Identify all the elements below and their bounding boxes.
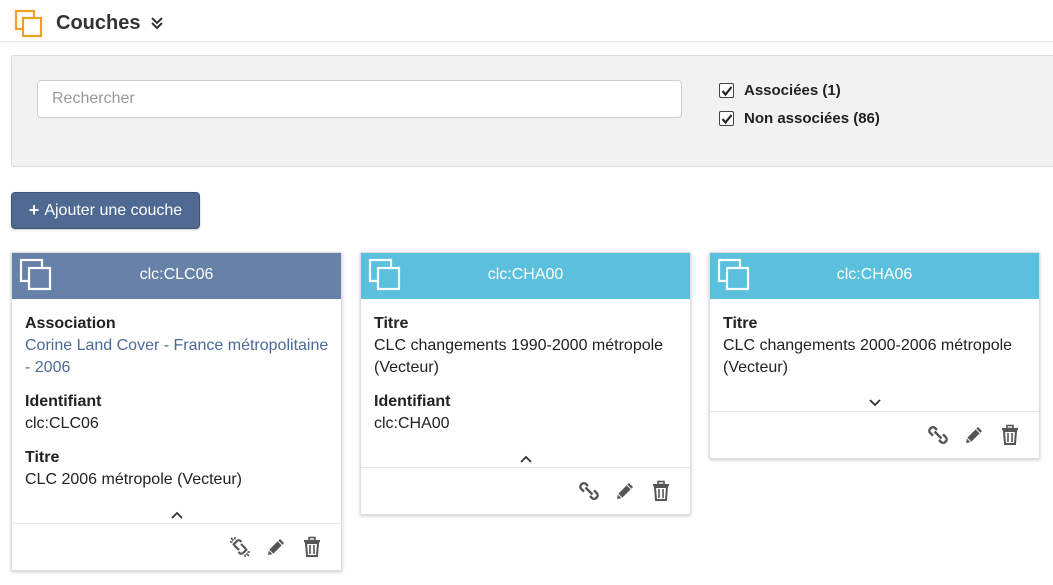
card-footer: [710, 411, 1039, 458]
trash-icon[interactable]: [999, 424, 1021, 446]
association-link[interactable]: Corine Land Cover - France métropolitain…: [25, 335, 331, 379]
layer-card: clc:CHA00 Titre CLC changements 1990-200…: [360, 252, 691, 515]
filter-associated[interactable]: Associées (1): [719, 82, 841, 99]
field-value: clc:CLC06: [25, 415, 99, 432]
chevron-down-icon: [868, 399, 881, 407]
add-layer-button[interactable]: + Ajouter une couche: [11, 192, 200, 229]
card-body: Association Corine Land Cover - France m…: [25, 313, 331, 503]
add-layer-label: Ajouter une couche: [44, 201, 183, 219]
non-associated-checkbox[interactable]: [719, 111, 734, 126]
card-title: clc:CLC06: [139, 266, 214, 283]
field-label: Titre: [374, 315, 409, 332]
collapse-toggle[interactable]: [361, 450, 690, 464]
card-body: Titre CLC changements 2000-2006 métropol…: [723, 313, 1029, 391]
chevron-double-down-icon[interactable]: [150, 16, 164, 30]
page-title: Couches: [56, 12, 141, 34]
card-footer: [361, 467, 690, 514]
filter-panel: Associées (1) Non associées (86): [11, 55, 1053, 167]
collapse-toggle[interactable]: [12, 506, 341, 520]
card-footer: [12, 523, 341, 570]
trash-icon[interactable]: [301, 536, 323, 558]
associated-label: Associées (1): [744, 82, 841, 99]
unlink-icon[interactable]: [229, 536, 251, 558]
non-associated-label: Non associées (86): [744, 110, 880, 127]
link-icon[interactable]: [927, 424, 949, 446]
card-header: clc:CHA06: [710, 253, 1039, 299]
layers-icon: [14, 9, 43, 38]
associated-checkbox[interactable]: [719, 83, 734, 98]
checkmark-icon: [721, 114, 733, 125]
field-label: Titre: [723, 315, 758, 332]
page-header: Couches: [0, 0, 1053, 42]
field-value: CLC 2006 métropole (Vecteur): [25, 471, 242, 488]
chevron-up-icon: [170, 511, 183, 519]
search-input[interactable]: [37, 80, 682, 118]
field-value: CLC changements 2000-2006 métropole (Vec…: [723, 337, 1013, 376]
field-value: CLC changements 1990-2000 métropole (Vec…: [374, 337, 664, 376]
field-label: Identifiant: [374, 393, 451, 410]
pencil-icon[interactable]: [265, 536, 287, 558]
field-label: Identifiant: [25, 393, 102, 410]
card-body: Titre CLC changements 1990-2000 métropol…: [374, 313, 680, 447]
filter-non-associated[interactable]: Non associées (86): [719, 110, 880, 127]
card-title: clc:CHA06: [836, 266, 913, 283]
link-icon[interactable]: [578, 480, 600, 502]
pencil-icon[interactable]: [963, 424, 985, 446]
field-label: Association: [25, 315, 116, 332]
trash-icon[interactable]: [650, 480, 672, 502]
plus-icon: +: [28, 200, 40, 220]
pencil-icon[interactable]: [614, 480, 636, 502]
card-title: clc:CHA00: [487, 266, 564, 283]
checkmark-icon: [721, 86, 733, 97]
chevron-up-icon: [519, 455, 532, 463]
card-header: clc:CHA00: [361, 253, 690, 299]
field-value: clc:CHA00: [374, 415, 450, 432]
layer-card: clc:CHA06 Titre CLC changements 2000-200…: [709, 252, 1040, 459]
layer-card: clc:CLC06 Association Corine Land Cover …: [11, 252, 342, 571]
expand-toggle[interactable]: [710, 394, 1039, 408]
card-header: clc:CLC06: [12, 253, 341, 299]
field-label: Titre: [25, 449, 60, 466]
